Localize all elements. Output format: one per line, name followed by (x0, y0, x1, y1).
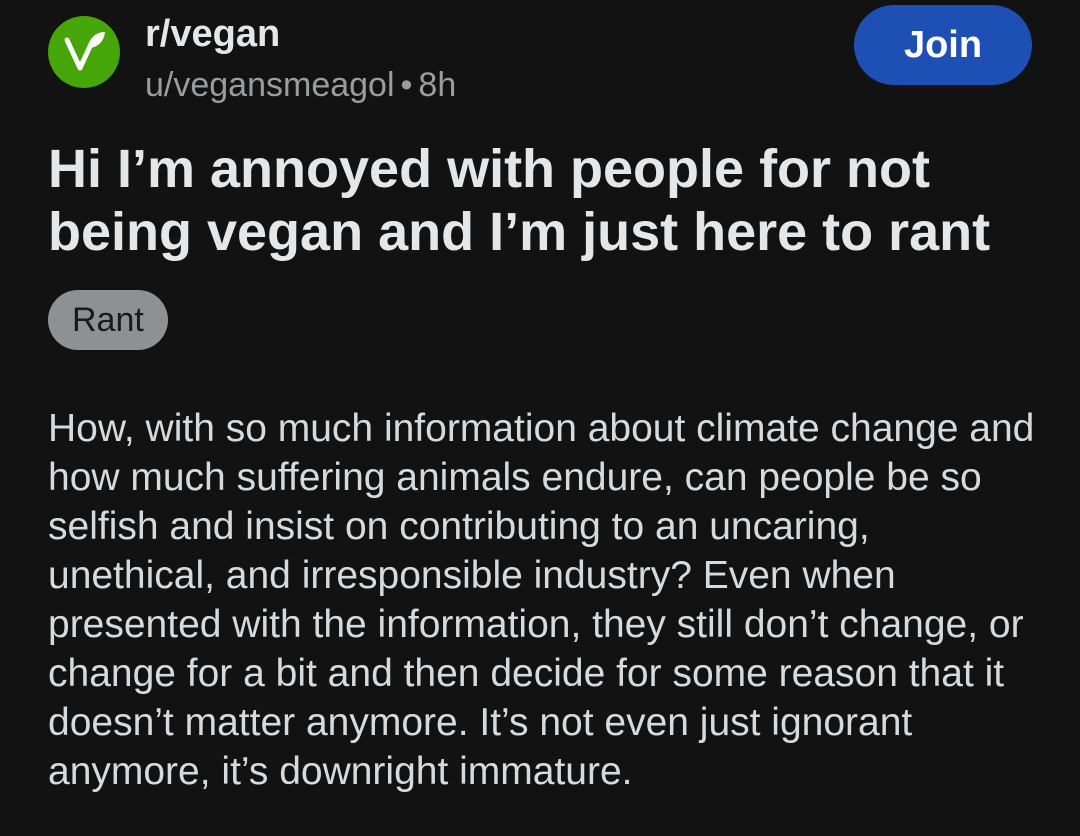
post-timestamp: 8h (418, 66, 457, 104)
post-body: How, with so much information about clim… (48, 407, 1035, 793)
post-view: r/vegan u/vegansmeagol • 8h Join Hi I’m an… (0, 0, 1080, 836)
join-button[interactable]: Join (854, 5, 1032, 85)
post-header: r/vegan u/vegansmeagol • 8h Join (48, 5, 1032, 106)
post-flair[interactable]: Rant (48, 290, 168, 350)
post-meta: u/vegansmeagol • 8h (145, 64, 456, 106)
author-link[interactable]: u/vegansmeagol (145, 66, 395, 104)
vegan-leaf-icon[interactable] (48, 16, 120, 88)
meta-separator: • (400, 66, 413, 104)
community-name[interactable]: r/vegan (145, 12, 280, 56)
vegan-leaf-glyph (64, 32, 105, 71)
post-title: Hi I’m annoyed with people for not being… (48, 139, 991, 262)
